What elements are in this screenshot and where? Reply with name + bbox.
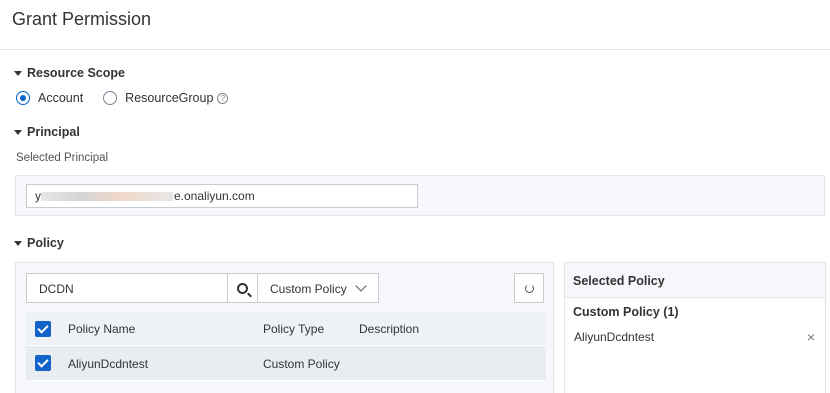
principal-container: y e.onaliyun.com	[15, 175, 825, 216]
section-policy[interactable]: Policy	[14, 236, 64, 250]
row-checkbox[interactable]	[35, 355, 51, 371]
remove-icon[interactable]: ×	[807, 329, 815, 345]
caret-down-icon	[14, 70, 22, 76]
policy-table: Policy Name Policy Type Description Aliy…	[26, 312, 546, 381]
caret-down-icon	[14, 240, 22, 246]
search-button[interactable]	[227, 274, 257, 302]
radio-account[interactable]	[16, 91, 30, 105]
principal-suffix: e.onaliyun.com	[174, 189, 255, 203]
policy-type-value: Custom Policy	[270, 282, 347, 296]
radio-resource-group[interactable]	[103, 91, 118, 105]
selected-policy-panel: Selected Policy Custom Policy (1) Aliyun…	[564, 262, 826, 393]
column-header-description[interactable]: Description	[359, 322, 419, 336]
resource-scope-options: Account ResourceGroup ?	[16, 91, 229, 105]
column-header-policy-name[interactable]: Policy Name	[68, 322, 135, 336]
selected-group-label: Custom Policy (1)	[573, 305, 679, 319]
selected-policy-item: AliyunDcdntest	[574, 330, 655, 344]
section-title: Policy	[27, 236, 64, 250]
caret-down-icon	[14, 129, 22, 135]
section-principal[interactable]: Principal	[14, 125, 80, 139]
selected-policy-title: Selected Policy	[565, 263, 825, 298]
page-title: Grant Permission	[12, 9, 152, 29]
select-all-checkbox[interactable]	[35, 321, 51, 337]
section-title: Principal	[27, 125, 80, 139]
principal-field[interactable]: y e.onaliyun.com	[26, 184, 418, 208]
table-row[interactable]: AliyunDcdntest Custom Policy	[26, 346, 546, 381]
radio-label-account[interactable]: Account	[38, 91, 83, 105]
policy-type-select[interactable]: Custom Policy	[257, 273, 379, 303]
chevron-down-icon	[355, 280, 367, 292]
page-header: Grant Permission	[0, 0, 830, 50]
section-title: Resource Scope	[27, 66, 125, 80]
table-header: Policy Name Policy Type Description	[26, 312, 546, 346]
search-value: DCDN	[39, 282, 74, 296]
refresh-icon	[524, 283, 534, 293]
selected-principal-label: Selected Principal	[16, 152, 109, 164]
column-header-policy-type[interactable]: Policy Type	[263, 322, 324, 336]
radio-label-resource-group[interactable]: ResourceGroup	[125, 91, 213, 105]
policy-list-panel: DCDN Custom Policy Policy Name Policy Ty…	[15, 262, 554, 393]
help-icon[interactable]: ?	[217, 92, 229, 104]
section-resource-scope[interactable]: Resource Scope	[14, 66, 125, 80]
policy-search-input[interactable]: DCDN	[26, 273, 258, 303]
search-icon	[237, 282, 248, 294]
policy-name-cell: AliyunDcdntest	[68, 357, 149, 371]
redacted-text	[41, 192, 173, 202]
policy-type-cell: Custom Policy	[263, 357, 340, 371]
refresh-button[interactable]	[514, 273, 544, 303]
